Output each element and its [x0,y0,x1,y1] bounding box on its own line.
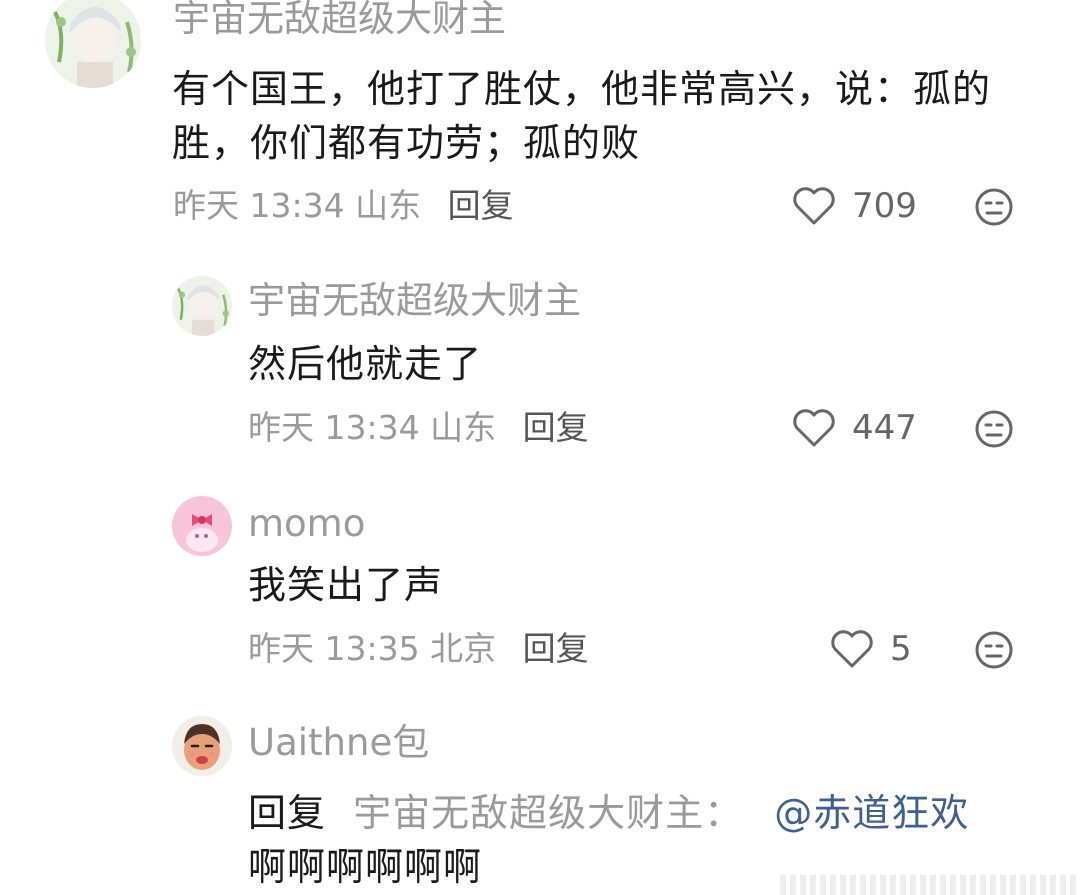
username[interactable]: 宇宙无敌超级大财主 [173,0,506,37]
pink-bear-avatar[interactable] [172,496,232,556]
like-button[interactable]: 709 [792,186,917,226]
comment-time: 昨天 13:34 [173,186,345,225]
neutral-face-icon[interactable] [974,409,1014,449]
comment-time: 昨天 13:34 [248,408,420,447]
like-count: 709 [852,186,917,226]
comment-meta: 昨天 13:34 山东 回复 [248,411,589,444]
comment-text: 我笑出了声 [248,563,444,607]
reply-target-username[interactable]: 宇宙无敌超级大财主： [353,791,743,835]
username[interactable]: 宇宙无敌超级大财主 [248,282,581,319]
heart-outline-icon [793,187,835,225]
reply-button[interactable]: 回复 [523,629,589,668]
heart-outline-icon [831,630,873,668]
like-count: 447 [852,408,917,448]
reply-button[interactable]: 回复 [523,408,589,447]
watermark-strip [780,875,1080,895]
comment-location: 山东 [355,186,422,225]
comment-item: 宇宙无敌超级大财主 然后他就走了 昨天 13:34 山东 回复 447 [0,268,1080,468]
reply-line: 回复 宇宙无敌超级大财主： @赤道狂欢 [248,786,1068,840]
username[interactable]: Uaithne包 [248,724,429,761]
comment-text: 然后他就走了 [248,342,483,386]
neutral-face-icon[interactable] [974,187,1014,227]
comment-text: 有个国王，他打了胜仗，他非常高兴，说：孤的胜，你们都有功劳；孤的败 [172,67,992,165]
comment-item: 宇宙无敌超级大财主 有个国王，他打了胜仗，他非常高兴，说：孤的胜，你们都有功劳；… [0,0,1080,240]
comment-meta: 昨天 13:34 山东 回复 [173,189,514,222]
like-count: 5 [890,629,912,669]
reply-prefix: 回复 [248,791,327,835]
comment-meta: 昨天 13:35 北京 回复 [248,632,589,665]
neutral-face-icon[interactable] [974,630,1014,670]
mention-link[interactable]: @赤道狂欢 [774,791,969,835]
comment-item: Uaithne包 回复 宇宙无敌超级大财主： @赤道狂欢 啊啊啊啊啊啊 [0,708,1080,895]
heart-outline-icon [793,409,835,447]
comment-time: 昨天 13:35 [248,629,420,668]
comment-location: 山东 [430,408,497,447]
comment-item: momo 我笑出了声 昨天 13:35 北京 回复 5 [0,488,1080,688]
anime-boy-avatar[interactable] [172,276,232,336]
username[interactable]: momo [248,505,365,542]
like-button[interactable]: 5 [830,629,912,669]
cartoon-man-avatar[interactable] [172,716,232,776]
comment-location: 北京 [430,629,497,668]
like-button[interactable]: 447 [792,408,917,448]
anime-boy-avatar[interactable] [45,0,141,88]
reply-button[interactable]: 回复 [448,186,514,225]
